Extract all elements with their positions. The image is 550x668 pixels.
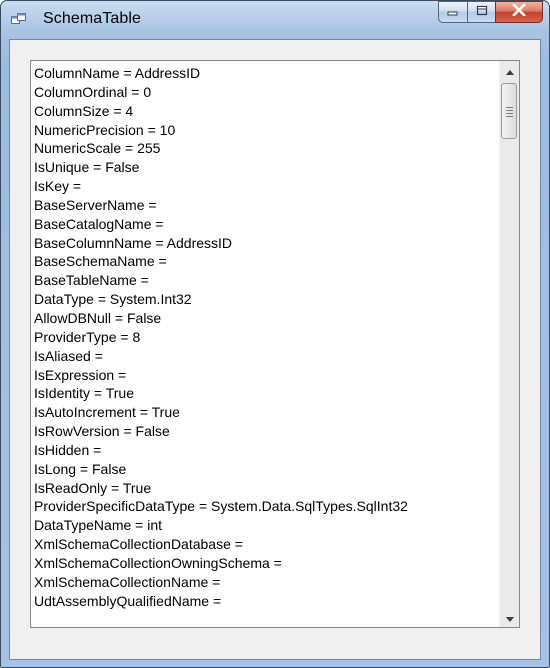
maximize-button[interactable]	[467, 1, 495, 23]
list-item[interactable]: IsReadOnly = True	[34, 479, 408, 498]
list-item[interactable]: IsExpression =	[34, 366, 408, 385]
list-item[interactable]: IsAutoIncrement = True	[34, 403, 408, 422]
schema-list: ColumnName = AddressID ColumnOrdinal = 0…	[34, 64, 408, 610]
list-item[interactable]: ProviderSpecificDataType = System.Data.S…	[34, 497, 408, 516]
list-item[interactable]: NumericScale = 255	[34, 139, 408, 158]
maximize-icon	[476, 3, 488, 21]
grip-icon	[506, 107, 513, 119]
list-item[interactable]: XmlSchemaCollectionOwningSchema =	[34, 554, 408, 573]
title-bar[interactable]: SchemaTable	[1, 1, 549, 41]
minimize-button[interactable]	[438, 1, 467, 23]
list-item[interactable]: IsUnique = False	[34, 158, 408, 177]
list-item[interactable]: XmlSchemaCollectionName =	[34, 573, 408, 592]
list-item[interactable]: ColumnOrdinal = 0	[34, 83, 408, 102]
list-item[interactable]: BaseColumnName = AddressID	[34, 234, 408, 253]
schema-listbox[interactable]: ColumnName = AddressID ColumnOrdinal = 0…	[30, 60, 520, 628]
list-item[interactable]: IsHidden =	[34, 441, 408, 460]
list-item[interactable]: ColumnName = AddressID	[34, 64, 408, 83]
app-window-icon	[11, 13, 27, 27]
up-arrow-icon	[505, 62, 514, 80]
close-button[interactable]	[495, 1, 543, 23]
list-item[interactable]: XmlSchemaCollectionDatabase =	[34, 535, 408, 554]
list-item[interactable]: BaseTableName =	[34, 271, 408, 290]
list-item[interactable]: IsLong = False	[34, 460, 408, 479]
list-item[interactable]: DataType = System.Int32	[34, 290, 408, 309]
list-item[interactable]: BaseSchemaName =	[34, 252, 408, 271]
list-item[interactable]: BaseServerName =	[34, 196, 408, 215]
window-title: SchemaTable	[43, 10, 142, 27]
scroll-down-button[interactable]	[500, 609, 519, 626]
schematable-window: SchemaTable ColumnName = AddressID Colum…	[0, 0, 550, 668]
list-item[interactable]: IsRowVersion = False	[34, 422, 408, 441]
list-item[interactable]: UdtAssemblyQualifiedName =	[34, 592, 408, 611]
list-item[interactable]: DataTypeName = int	[34, 516, 408, 535]
minimize-icon	[447, 3, 459, 21]
down-arrow-icon	[505, 609, 514, 627]
list-item[interactable]: AllowDBNull = False	[34, 309, 408, 328]
list-item[interactable]: IsKey =	[34, 177, 408, 196]
caption-buttons	[438, 1, 543, 23]
window-client-area: ColumnName = AddressID ColumnOrdinal = 0…	[9, 39, 541, 660]
list-item[interactable]: IsAliased =	[34, 347, 408, 366]
scroll-up-button[interactable]	[500, 62, 519, 79]
list-item[interactable]: BaseCatalogName =	[34, 215, 408, 234]
vertical-scrollbar[interactable]	[499, 61, 519, 627]
list-item[interactable]: ProviderType = 8	[34, 328, 408, 347]
close-icon	[512, 3, 526, 21]
scrollbar-thumb[interactable]	[501, 83, 517, 139]
list-item[interactable]: IsIdentity = True	[34, 384, 408, 403]
list-item[interactable]: NumericPrecision = 10	[34, 121, 408, 140]
list-item[interactable]: ColumnSize = 4	[34, 102, 408, 121]
